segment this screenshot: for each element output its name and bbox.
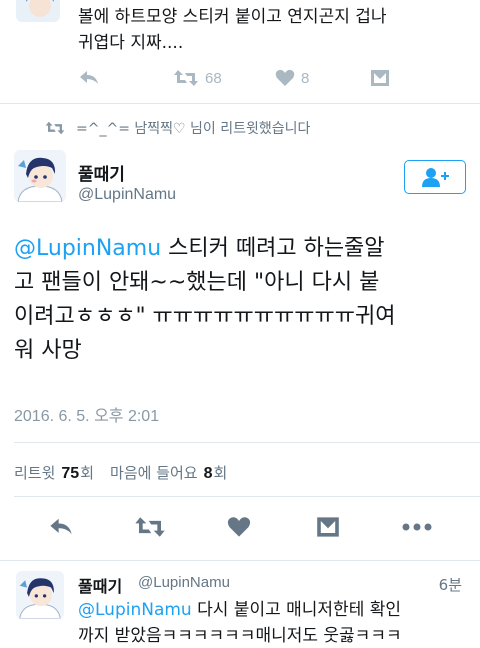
tweet-timestamp: 2016. 6. 5. 오후 2:01 (14, 408, 160, 425)
reply-icon (50, 518, 72, 535)
avatar[interactable] (16, 0, 60, 22)
retweet-context[interactable]: =^_^= 남찍찍♡ 님이 리트윗했습니다 (44, 118, 310, 138)
tweet-time: 6분 (438, 576, 462, 594)
retweet-button[interactable]: 68 (173, 66, 222, 90)
text-line: 고 팬들이 안돼~~했는데 "아니 다시 붙 (14, 270, 380, 295)
direct-message-icon (317, 517, 339, 537)
user-handle[interactable]: @LupinNamu (78, 186, 176, 204)
tweet-actions (0, 510, 480, 544)
text-line: 귀엽다 지짜.... (78, 33, 184, 53)
like-button[interactable]: 8 (275, 66, 309, 90)
reply-tweet[interactable]: 풀때기 @LupinNamu 6분 @LupinNamu 다시 붙이고 매니저한… (0, 560, 480, 648)
retweets-count: 75 (61, 465, 80, 482)
text-line: 워 사망 (14, 338, 82, 363)
like-button[interactable] (222, 510, 256, 544)
likes-unit: 회 (213, 464, 228, 482)
tweet-detail-screen: 볼에 하트모양 스티커 붙이고 연지곤지 겁나 귀엽다 지짜.... 68 8 (0, 0, 480, 648)
likes-label: 마음에 들어요 (110, 464, 198, 482)
mention-link[interactable]: @LupinNamu (78, 600, 192, 620)
retweet-button[interactable] (133, 510, 167, 544)
direct-message-icon (371, 70, 389, 86)
tweet-text: @LupinNamu 스티커 떼려고 하는줄알 고 팬들이 안돼~~했는데 "아… (14, 232, 472, 368)
divider (14, 496, 480, 497)
text-line: 까지 받았음ㅋㅋㅋㅋㅋㅋ매니저도 웃곯ㅋㅋㅋ (78, 626, 402, 646)
text-line: 볼에 하트모양 스티커 붙이고 연지곤지 겁나 (78, 7, 387, 27)
previous-tweet[interactable]: 볼에 하트모양 스티커 붙이고 연지곤지 겁나 귀엽다 지짜.... 68 8 (0, 0, 480, 104)
reply-tweet-text: @LupinNamu 다시 붙이고 매니저한테 확인 까지 받았음ㅋㅋㅋㅋㅋㅋ매… (78, 597, 478, 648)
text-line: @LupinNamu 스티커 떼려고 하는줄알 (14, 232, 472, 266)
retweet-icon (45, 121, 65, 135)
retweet-count: 68 (205, 69, 222, 87)
display-name[interactable]: 풀때기 (78, 573, 122, 597)
text-line: @LupinNamu 다시 붙이고 매니저한테 확인 (78, 597, 478, 623)
retweets-label: 리트윗 (14, 464, 56, 482)
display-name[interactable]: 풀때기 (78, 160, 125, 185)
tweet-author[interactable]: 풀때기 @LupinNamu (14, 150, 466, 212)
heart-icon (227, 517, 251, 537)
reply-icon (80, 71, 98, 84)
heart-icon (275, 69, 295, 86)
divider (14, 442, 480, 443)
retweet-context-text: =^_^= 남찍찍♡ 님이 리트윗했습니다 (76, 121, 311, 137)
follow-icon (422, 168, 449, 187)
more-icon (402, 523, 432, 531)
follow-button[interactable] (404, 160, 466, 194)
reply-button[interactable] (44, 510, 78, 544)
user-handle[interactable]: @LupinNamu (138, 574, 230, 591)
retweets-unit: 회 (80, 464, 95, 482)
text-segment: 스티커 떼려고 하는줄알 (161, 236, 385, 261)
previous-tweet-actions: 68 8 (78, 66, 460, 90)
previous-tweet-text: 볼에 하트모양 스티커 붙이고 연지곤지 겁나 귀엽다 지짜.... (78, 4, 468, 56)
like-count: 8 (301, 69, 310, 87)
reply-button[interactable] (78, 66, 100, 90)
tweet-stats[interactable]: 리트윗 75 회 마음에 들어요 8 회 (14, 462, 227, 483)
avatar[interactable] (16, 571, 64, 619)
likes-count: 8 (203, 465, 213, 482)
direct-message-button[interactable] (370, 66, 390, 90)
avatar[interactable] (14, 150, 66, 202)
direct-message-button[interactable] (311, 510, 345, 544)
more-button[interactable] (400, 510, 434, 544)
mention-link[interactable]: @LupinNamu (14, 236, 161, 261)
retweet-icon (174, 70, 198, 86)
text-line: 이려고ㅎㅎㅎ" ㅠㅠㅠㅠㅠㅠㅠㅠㅠㅠ귀여 (14, 304, 396, 329)
retweet-icon (135, 517, 165, 537)
text-segment: 다시 붙이고 매니저한테 확인 (191, 600, 402, 620)
